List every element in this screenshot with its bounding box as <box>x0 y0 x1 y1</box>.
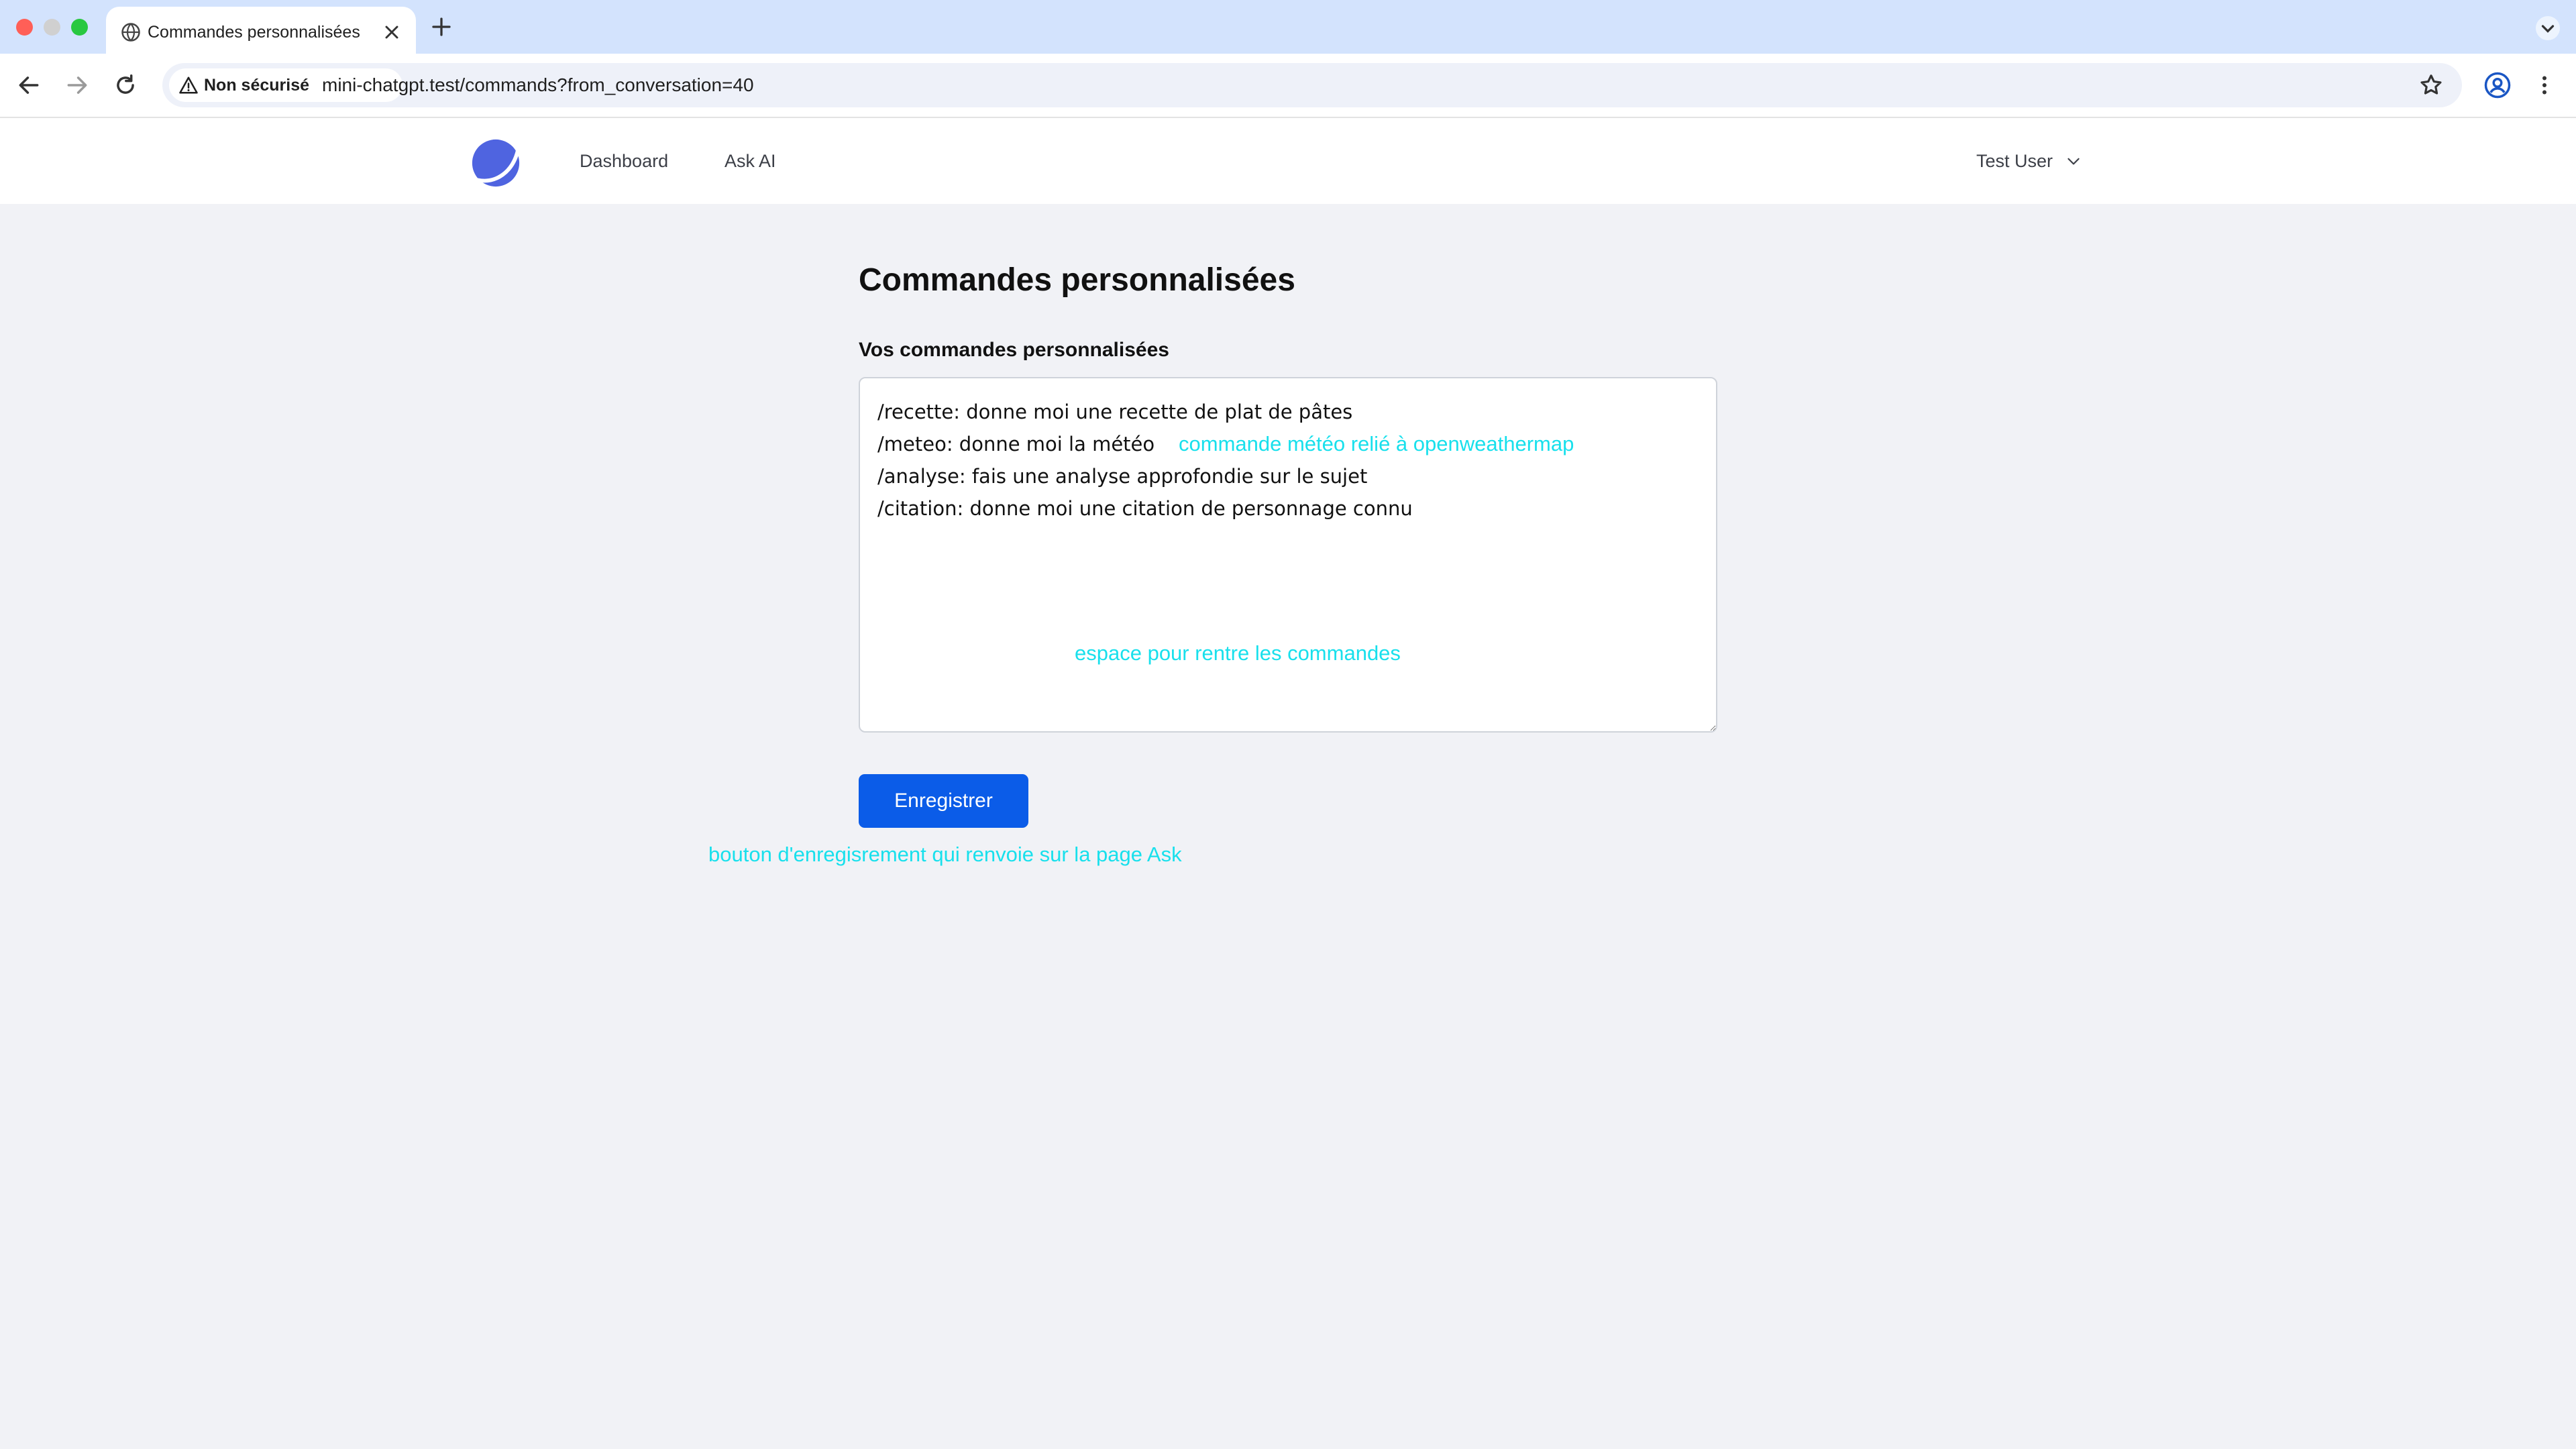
page-title: Commandes personnalisées <box>859 262 1295 298</box>
commands-field-label: Vos commandes personnalisées <box>859 339 1169 361</box>
security-label: Non sécurisé <box>204 76 310 95</box>
bookmark-star-icon[interactable] <box>2418 72 2444 98</box>
nav-link-ask-ai[interactable]: Ask AI <box>724 149 776 173</box>
profile-icon[interactable] <box>2483 71 2512 99</box>
chevron-down-icon <box>2068 158 2080 165</box>
tab-search-chevron-icon[interactable] <box>2536 16 2560 40</box>
nav-link-dashboard[interactable]: Dashboard <box>580 149 668 173</box>
browser-tab-bar: Commandes personnalisées <box>0 0 2576 56</box>
back-arrow-icon[interactable] <box>16 72 42 98</box>
user-name: Test User <box>1976 150 2053 171</box>
new-tab-plus-icon[interactable] <box>429 15 453 39</box>
save-button[interactable]: Enregistrer <box>859 774 1028 828</box>
url-text[interactable]: mini-chatgpt.test/commands?from_conversa… <box>322 72 754 98</box>
site-header: Dashboard Ask AI Test User <box>0 118 2576 204</box>
more-menu-icon[interactable] <box>2532 72 2557 98</box>
browser-tab-active[interactable]: Commandes personnalisées <box>106 7 416 56</box>
reload-icon[interactable] <box>113 72 138 98</box>
forward-arrow-icon[interactable] <box>64 72 90 98</box>
close-tab-icon[interactable] <box>381 21 402 43</box>
close-window-dot[interactable] <box>16 19 33 36</box>
annotation-meteo-command: commande météo relié à openweathermap <box>1179 432 1574 455</box>
app-logo-icon[interactable] <box>470 137 522 189</box>
minimize-window-dot[interactable] <box>44 19 60 36</box>
tab-title: Commandes personnalisées <box>148 23 360 42</box>
annotation-save-button: bouton d'enregisrement qui renvoie sur l… <box>708 843 1182 866</box>
warning-triangle-icon <box>179 76 198 94</box>
annotation-commands-space: espace pour rentre les commandes <box>1075 641 1401 665</box>
maximize-window-dot[interactable] <box>71 19 88 36</box>
user-menu[interactable]: Test User <box>1976 148 2082 174</box>
globe-icon <box>121 23 140 42</box>
address-bar[interactable]: Non sécurisé mini-chatgpt.test/commands?… <box>162 63 2462 107</box>
browser-toolbar: Non sécurisé mini-chatgpt.test/commands?… <box>0 54 2576 118</box>
